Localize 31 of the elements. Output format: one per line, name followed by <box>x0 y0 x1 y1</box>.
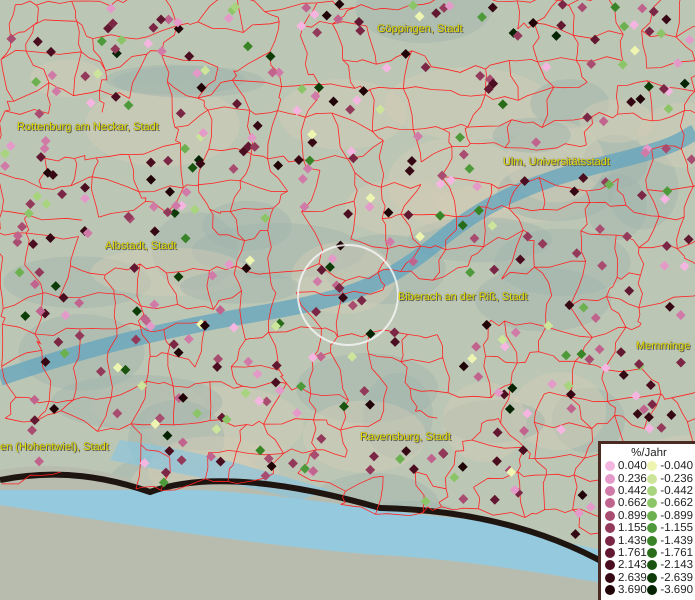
legend-value: -0.236 <box>660 472 693 485</box>
legend-value: 3.690 <box>618 584 648 596</box>
place-label: en (Hohentwiel), Stadt <box>0 442 109 453</box>
legend-value: -2.143 <box>660 559 693 572</box>
legend-value: 0.442 <box>618 484 648 497</box>
legend-value: -0.662 <box>660 497 693 510</box>
place-label: Memminge <box>636 341 690 352</box>
legend-value: -1.761 <box>660 546 693 559</box>
place-label: Göppingen, Stadt <box>377 24 463 35</box>
place-label: Ravensburg, Stadt <box>360 432 452 443</box>
legend-value: 2.143 <box>618 559 648 572</box>
legend-value: -0.040 <box>660 460 693 472</box>
legend-value: 1.155 <box>618 522 648 534</box>
legend-value: 1.439 <box>618 534 648 547</box>
legend-value: -3.690 <box>660 584 693 596</box>
legend-value: -0.442 <box>660 484 693 497</box>
legend-value: 0.236 <box>618 472 648 485</box>
place-label: Rottenburg am Neckar, Stadt <box>17 122 159 133</box>
legend-title: %/Jahr <box>630 446 668 460</box>
legend-value: 0.662 <box>618 497 648 510</box>
legend-value: 0.040 <box>618 460 648 472</box>
legend-value: -0.899 <box>660 510 693 522</box>
legend-value: -1.155 <box>660 522 693 534</box>
legend-value: 0.899 <box>618 510 648 522</box>
place-label: Albstadt, Stadt <box>105 241 177 252</box>
legend-value: -1.439 <box>660 534 693 547</box>
legend-value: -2.639 <box>660 572 693 584</box>
place-label: Biberach an der Riß, Stadt <box>398 292 528 303</box>
legend-value: 1.761 <box>618 546 648 559</box>
place-label: Ulm, Universitätsstadt <box>503 157 610 168</box>
legend-value: 2.639 <box>618 572 648 584</box>
